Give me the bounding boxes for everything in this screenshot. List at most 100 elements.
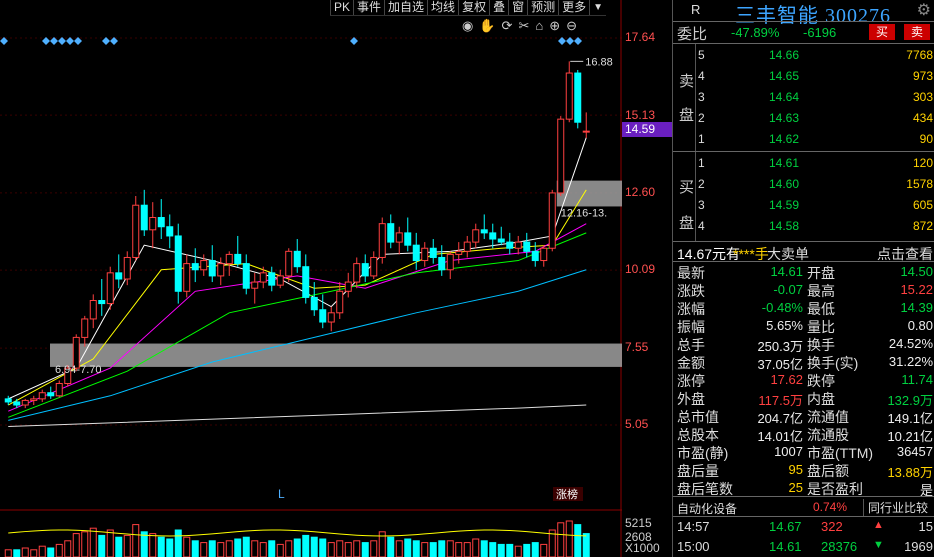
volume-bar [506,543,514,557]
signal-marker [102,37,110,45]
candle-body [21,399,29,406]
buy-button[interactable]: 买 [869,24,895,40]
bid-row[interactable]: 1 14.61 120 [673,153,934,174]
current-price-tag: 14.59 [622,122,672,137]
volume-bar [4,549,12,557]
ask-qty: 303 [912,90,933,104]
stat-row: 涨跌 -0.07 最高 15.22 [673,280,934,299]
high-label: 16.88 [585,56,613,68]
volume-bar [336,540,344,557]
signal-marker [566,37,574,45]
tick-row: 14:57 14.67 322 ▲ 15 [673,517,934,537]
home-icon[interactable]: ⌂ [535,18,543,34]
stat-row: 外盘 117.5万 内盘 132.9万 [673,388,934,408]
bid-price: 14.58 [769,219,800,233]
ask-price: 14.62 [769,132,800,146]
ask-row[interactable]: 5 14.66 7768 [673,45,934,66]
toolbar-item[interactable]: 加自选 [384,0,427,15]
stat-value: 14.39 [900,300,933,315]
candle-body [497,238,505,243]
volume-bar [361,542,369,557]
toolbar-item[interactable]: 复权 [458,0,489,15]
ask-row[interactable]: 4 14.65 973 [673,66,934,87]
signal-marker [66,37,74,45]
bid-level: 4 [698,219,705,233]
volume-bar [200,542,208,557]
volume-bar [38,545,46,557]
volume-bar [463,542,471,557]
bid-row[interactable]: 3 14.59 605 [673,195,934,216]
candle-body [327,312,335,323]
candle-body [480,229,488,234]
volume-bar [285,540,293,557]
toolbar-item[interactable]: 事件 [353,0,384,15]
hand-icon[interactable]: ✋ [479,18,495,34]
candle-body [47,392,55,397]
candle-body [302,266,310,298]
chevron-down-icon[interactable]: ▼ [589,0,606,15]
candle-body [438,256,446,271]
candle-body [540,247,548,262]
bid-book: 买 盘 1 14.61 120 2 14.60 1578 3 14.59 605 4 14.58 87… [673,152,934,241]
ask-level: 1 [698,132,705,146]
toolbar-item[interactable]: 预测 [527,0,558,15]
toolbar-item[interactable]: 更多 [558,0,589,15]
sector-name[interactable]: 自动化设备 [677,500,737,517]
toolbar-item[interactable]: PK [330,0,353,15]
toolbar-item[interactable]: 窗 [508,0,527,15]
kline-chart-area[interactable]: 16.88 12.16-13. 6.94-7.70 L 涨榜 PK 事件 加自选 均线 复权叠窗… [0,0,672,557]
volume-bar [191,540,199,557]
volume-bar [259,542,267,557]
scissors-icon[interactable]: ✂ [518,18,529,34]
volume-bar [251,540,259,557]
price-axis-label: 12.60 [625,185,656,199]
ask-row[interactable]: 1 14.62 90 [673,129,934,150]
sell-button[interactable]: 卖 [904,24,930,40]
industry-compare-link[interactable]: 同行业比较 [863,499,928,516]
zoom-in-icon[interactable]: ⊕ [549,18,560,34]
tick-price: 14.61 [769,539,802,554]
refresh-icon[interactable]: ⟳ [502,18,513,34]
tick-time: 15:00 [677,539,710,554]
candle-body [191,263,199,271]
gear-icon[interactable]: ⚙ [917,0,931,20]
support-zone [50,343,622,367]
ask-row[interactable]: 2 14.63 434 [673,108,934,129]
stat-row: 金额 37.05亿 换手(实) 31.22% [673,352,934,372]
tick-row: 15:00 14.61 28376 ▼ 1969 [673,537,934,557]
stat-row: 总手 250.3万 换手 24.52% [673,334,934,354]
candle-body [582,130,590,133]
volume-axis-label: X1000 [625,541,660,555]
candle-body [336,290,344,314]
ask-qty: 434 [912,111,933,125]
kline-chart-svg[interactable]: 16.88 12.16-13. 6.94-7.70 L 涨榜 [0,0,622,557]
candle-body [395,232,403,243]
zoom-out-icon[interactable]: ⊖ [566,18,577,34]
stat-row: 最新 14.61 开盘 14.50 [673,262,934,281]
ask-row[interactable]: 3 14.64 303 [673,87,934,108]
stat-value: 14.61 [770,264,803,279]
volume-bar [344,542,352,557]
candle-body [404,232,412,246]
candle-body [268,272,276,286]
volume-bar [412,540,420,557]
volume-bar [81,531,89,557]
volume-bar [489,542,497,557]
bid-row[interactable]: 4 14.58 872 [673,216,934,237]
bid-row[interactable]: 2 14.60 1578 [673,174,934,195]
price-axis-label: 5.05 [625,417,649,431]
stat-value: -0.07 [773,282,803,297]
volume-bar [208,540,216,557]
eye-icon[interactable]: ◉ [462,18,473,34]
chart-tools: ◉ ✋ ⟳ ✂ ⌂ ⊕ ⊖ [462,18,577,34]
candle-body [140,204,148,231]
toolbar-item[interactable]: 叠 [489,0,508,15]
volume-bar [276,543,284,557]
toolbar-item[interactable]: 均线 [427,0,458,15]
stat-row: 总市值 204.7亿 流通值 149.1亿 [673,406,934,426]
bid-level: 2 [698,177,705,191]
volume-bar [310,536,318,557]
stat-value: 14.50 [900,264,933,279]
r-badge: R [691,2,701,17]
tick-price: 14.67 [769,519,802,534]
